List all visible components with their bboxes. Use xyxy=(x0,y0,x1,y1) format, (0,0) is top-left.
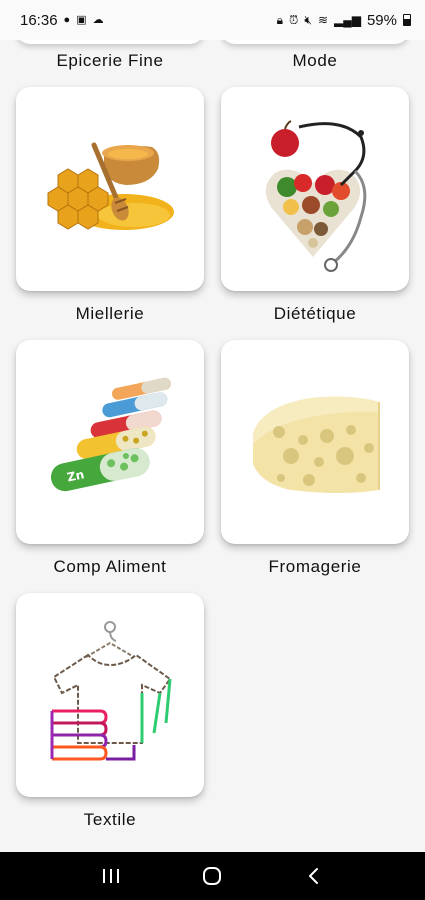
tshirt-hanger-icon xyxy=(50,621,172,761)
category-label-miellerie: Miellerie xyxy=(75,304,145,323)
recent-apps-button[interactable] xyxy=(91,860,131,892)
category-card-fromagerie[interactable] xyxy=(221,340,409,544)
category-card-textile[interactable] xyxy=(16,593,204,797)
home-button[interactable] xyxy=(192,860,232,892)
mute-icon: 🔇︎ xyxy=(304,13,312,27)
wifi-icon: ≋ xyxy=(317,13,328,27)
status-left: 16:36 ● ▣ ☁ xyxy=(20,12,104,29)
status-time: 16:36 xyxy=(20,11,58,29)
gallery-icon: ▣ xyxy=(76,13,87,26)
status-right: 🔒︎ ⏰︎ 🔇︎ ≋ ▂▄▆ 59% xyxy=(277,12,411,29)
category-card-mode[interactable] xyxy=(221,40,409,44)
category-label-fromagerie: Fromagerie xyxy=(268,557,362,576)
battery-icon xyxy=(403,14,411,26)
category-label-dietetique: Diététique xyxy=(273,304,357,323)
status-bar: 16:36 ● ▣ ☁ 🔒︎ ⏰︎ 🔇︎ ≋ ▂▄▆ 59% xyxy=(0,0,425,40)
lock-icon: 🔒︎ xyxy=(276,13,283,27)
honey-icon xyxy=(47,142,174,230)
home-icon xyxy=(203,867,222,885)
cheese-icon xyxy=(253,396,380,493)
navigation-bar xyxy=(0,852,425,900)
recent-apps-icon xyxy=(102,869,119,883)
back-icon xyxy=(309,868,319,884)
cloud-icon: ☁ xyxy=(92,13,104,26)
category-label-comp-aliment: Comp Aliment xyxy=(53,557,167,576)
category-card-miellerie[interactable] xyxy=(16,87,204,291)
signal-icon: ▂▄▆ xyxy=(334,13,361,27)
category-label-textile: Textile xyxy=(83,810,137,829)
vitamin-capsules-icon: Zn xyxy=(50,377,171,492)
category-card-epicerie-fine[interactable] xyxy=(16,40,204,44)
category-card-comp-aliment[interactable]: Zn xyxy=(16,340,204,544)
back-button[interactable] xyxy=(294,860,334,892)
category-card-dietetique[interactable] xyxy=(221,87,409,291)
category-label-mode: Mode xyxy=(292,51,338,70)
category-label-epicerie-fine: Epicerie Fine xyxy=(56,51,164,70)
battery-text: 59% xyxy=(366,11,397,29)
heart-stethoscope-icon xyxy=(265,120,367,272)
messenger-icon: ● xyxy=(63,13,71,26)
alarm-icon: ⏰︎ xyxy=(289,13,299,27)
category-grid[interactable]: Epicerie Fine Mode Miellerie Diététique … xyxy=(0,40,425,852)
